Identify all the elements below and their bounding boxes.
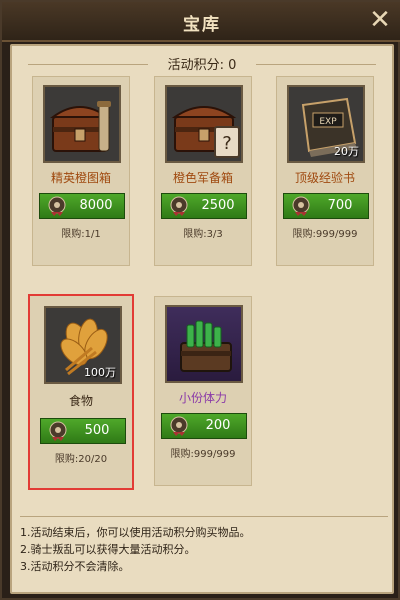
price-value: 700: [327, 198, 353, 213]
purchase-limit: 限购:3/3: [183, 229, 223, 240]
price-value: 2500: [201, 198, 235, 213]
purchase-limit: 限购:20/20: [54, 454, 108, 465]
item-name: 小份体力: [178, 391, 227, 405]
content-panel: 活动积分: 0 精英橙图箱 8000 限购:1/1 ? 橙色军备箱 2500 限…: [10, 44, 394, 594]
purchase-limit: 限购:999/999: [170, 449, 236, 460]
buy-button[interactable]: 200: [161, 413, 247, 439]
medal-icon: [49, 421, 67, 441]
divider-left: [28, 64, 148, 65]
activity-score-label: 活动积分: 0: [161, 58, 243, 73]
shop-item-food-selected[interactable]: 100万 食物 500 限购:20/20: [28, 294, 134, 490]
medal-icon: [292, 196, 310, 216]
activity-score: 活动积分: 0: [12, 54, 392, 74]
item-amount: 20万: [334, 145, 359, 158]
treasure-window: 宝库 ✕ 活动积分: 0 精英橙图箱 8000 限购:1/1 ? 橙色军备箱 2…: [0, 0, 400, 600]
buy-button[interactable]: 2500: [161, 193, 247, 219]
medal-icon: [170, 416, 188, 436]
shop-item-orange-gear-box[interactable]: ? 橙色军备箱 2500 限购:3/3: [154, 76, 252, 266]
price-value: 8000: [79, 198, 113, 213]
price-value: 200: [205, 418, 231, 433]
wheat-icon: 100万: [44, 306, 122, 384]
item-name: 顶级经验书: [294, 171, 355, 185]
price-value: 500: [84, 423, 110, 438]
note-line: 3.活动积分不会清除。: [20, 560, 130, 573]
svg-text:?: ?: [222, 133, 232, 154]
exp-book-icon: EXP 20万: [287, 85, 365, 163]
shop-item-top-exp-book[interactable]: EXP 20万 顶级经验书 700 限购:999/999: [276, 76, 374, 266]
window-title: 宝库: [183, 15, 221, 35]
buy-button[interactable]: 8000: [39, 193, 125, 219]
activity-notes: 1.活动结束后，你可以使用活动积分购买物品。 2.骑士叛乱可以获得大量活动积分。…: [20, 516, 388, 584]
note-line: 1.活动结束后，你可以使用活动积分购买物品。: [20, 526, 251, 539]
shop-item-elite-map-box[interactable]: 精英橙图箱 8000 限购:1/1: [32, 76, 130, 266]
chest-icon: [43, 85, 121, 163]
buy-button[interactable]: 500: [40, 418, 126, 444]
shop-item-small-stamina[interactable]: 小份体力 200 限购:999/999: [154, 296, 252, 486]
item-name: 食物: [68, 394, 93, 408]
item-amount: 100万: [84, 366, 116, 379]
mystery-chest-icon: ?: [165, 85, 243, 163]
stamina-chest-icon: [165, 305, 243, 383]
close-icon[interactable]: ✕: [366, 6, 394, 34]
medal-icon: [48, 196, 66, 216]
note-line: 2.骑士叛乱可以获得大量活动积分。: [20, 543, 196, 556]
title-bar: 宝库 ✕: [2, 2, 400, 42]
svg-text:EXP: EXP: [319, 117, 337, 127]
item-name: 精英橙图箱: [50, 171, 111, 185]
buy-button[interactable]: 700: [283, 193, 369, 219]
medal-icon: [170, 196, 188, 216]
item-name: 橙色军备箱: [172, 171, 233, 185]
notes-divider: [20, 516, 388, 517]
purchase-limit: 限购:999/999: [292, 229, 358, 240]
purchase-limit: 限购:1/1: [61, 229, 101, 240]
divider-right: [256, 64, 376, 65]
